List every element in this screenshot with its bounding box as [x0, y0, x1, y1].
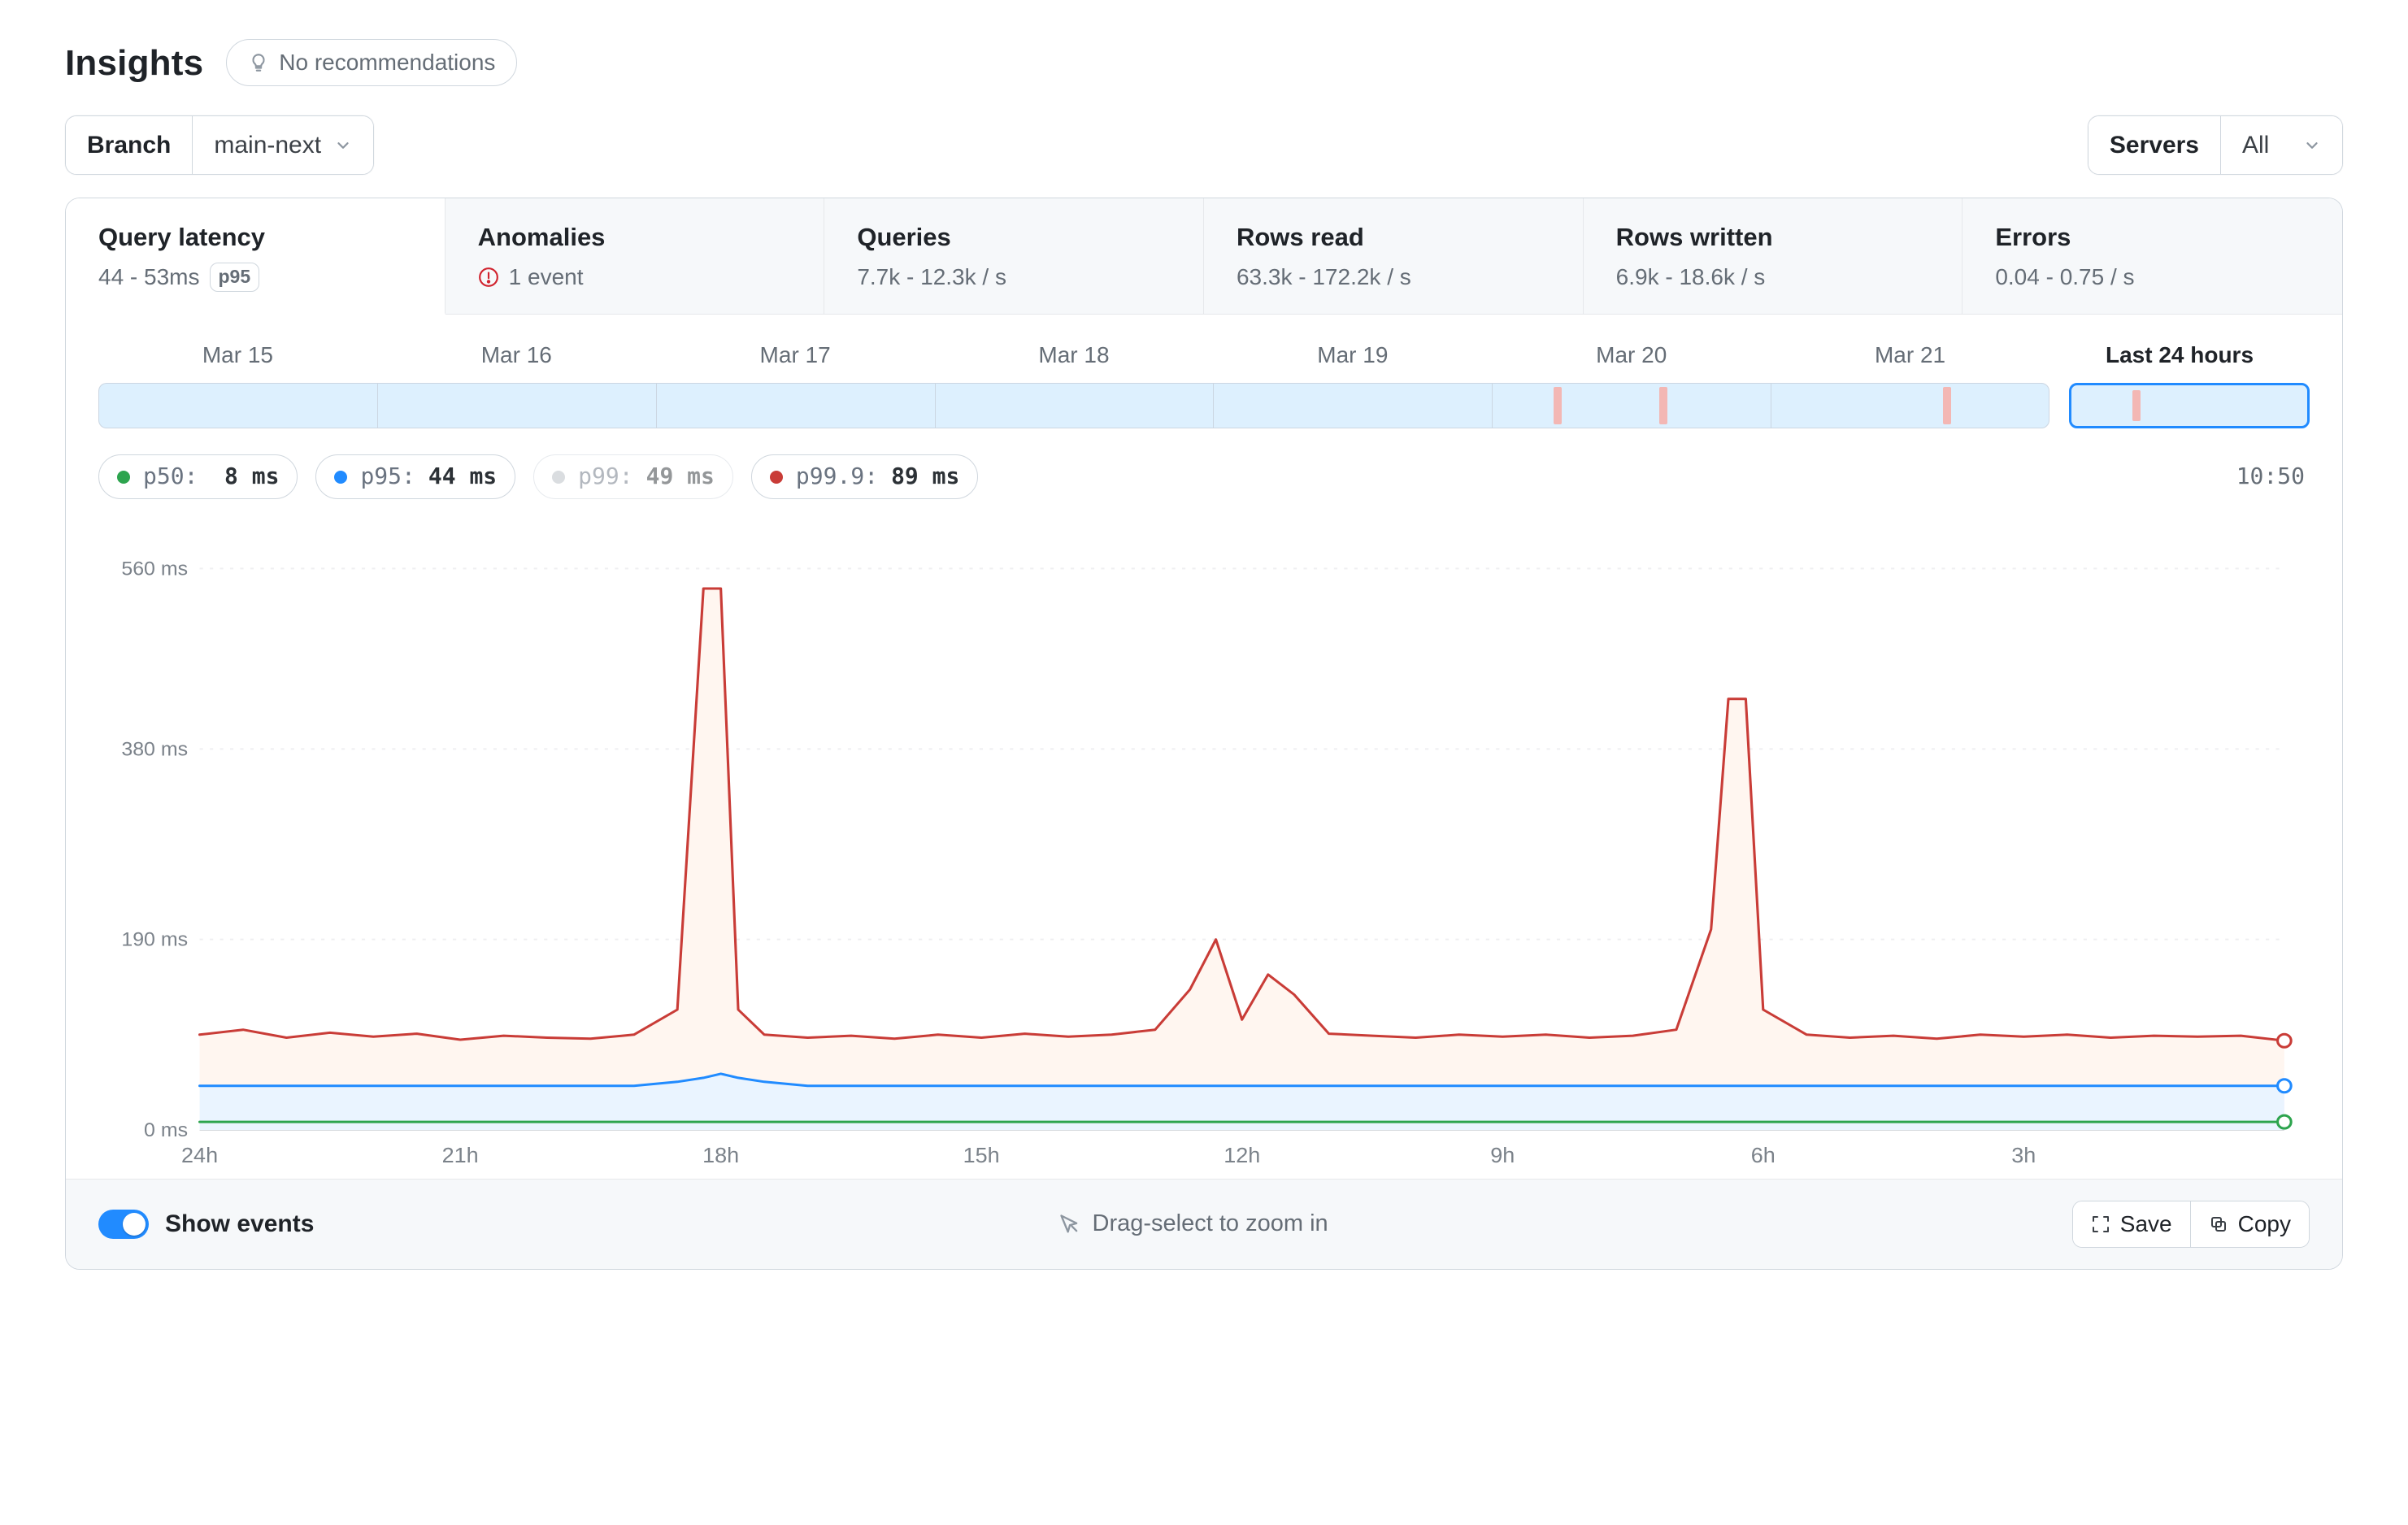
servers-dropdown[interactable]: All: [2220, 116, 2342, 174]
metric-tabs: Query latency 44 - 53ms p95 Anomalies 1 …: [66, 198, 2342, 315]
branch-dropdown[interactable]: main-next: [192, 116, 373, 174]
tab-subvalue: 63.3k - 172.2k / s: [1237, 263, 1411, 292]
legend-chip-p99[interactable]: p99: 49 ms: [533, 454, 733, 498]
copy-icon: [2209, 1214, 2228, 1234]
svg-text:24h: 24h: [181, 1143, 218, 1167]
tab-subvalue: 7.7k - 12.3k / s: [857, 263, 1006, 292]
tab-subvalue: 0.04 - 0.75 / s: [1995, 263, 2134, 292]
dot-icon: [334, 471, 347, 484]
timeline-day-label: Mar 20: [1492, 334, 1771, 376]
branch-filter[interactable]: Branch main-next: [65, 115, 374, 175]
legend-key: p95:: [360, 462, 415, 491]
timeline-day-label: Mar 21: [1771, 334, 2049, 376]
zoom-hint: Drag-select to zoom in: [1058, 1209, 1328, 1240]
chevron-down-icon: [334, 131, 352, 163]
branch-value: main-next: [214, 129, 321, 161]
tab-title: Anomalies: [478, 221, 792, 254]
tab-queries[interactable]: Queries 7.7k - 12.3k / s: [824, 198, 1204, 314]
servers-label: Servers: [2089, 116, 2220, 174]
bulb-icon: [248, 52, 269, 73]
recommendation-label: No recommendations: [279, 48, 495, 77]
show-events-label: Show events: [165, 1208, 314, 1240]
chart-actions: Save Copy: [2072, 1201, 2310, 1248]
tab-errors[interactable]: Errors 0.04 - 0.75 / s: [1962, 198, 2342, 314]
timeline-day[interactable]: [1492, 383, 1771, 428]
fullscreen-icon: [2091, 1214, 2110, 1234]
tab-anomalies[interactable]: Anomalies 1 event: [446, 198, 825, 314]
alert-icon: [478, 267, 499, 288]
legend-chip-p50[interactable]: p50: 8 ms: [98, 454, 298, 498]
svg-text:3h: 3h: [2011, 1143, 2036, 1167]
timeline-day[interactable]: [1213, 383, 1492, 428]
branch-label: Branch: [66, 116, 192, 174]
page-title: Insights: [65, 40, 203, 86]
timeline-day-label: Mar 19: [1213, 334, 1492, 376]
svg-text:0 ms: 0 ms: [144, 1119, 188, 1140]
svg-text:6h: 6h: [1751, 1143, 1776, 1167]
show-events-toggle[interactable]: [98, 1210, 149, 1239]
tab-subvalue: 1 event: [509, 263, 584, 292]
svg-text:18h: 18h: [702, 1143, 739, 1167]
timeline-day[interactable]: [656, 383, 935, 428]
timeline[interactable]: Mar 15 Mar 16 Mar 17 Mar 18 Mar 19 Mar 2…: [66, 315, 2342, 437]
chart-legend: p50: 8 ms p95: 44 ms p99: 49 ms p99.9: 8…: [98, 454, 978, 498]
save-button[interactable]: Save: [2073, 1201, 2190, 1247]
timeline-day[interactable]: [935, 383, 1214, 428]
tab-subvalue: 6.9k - 18.6k / s: [1616, 263, 1766, 292]
servers-value: All: [2242, 129, 2269, 161]
legend-value: 49 ms: [646, 462, 715, 491]
legend-chip-p95[interactable]: p95: 44 ms: [315, 454, 515, 498]
dot-icon: [552, 471, 565, 484]
tab-subvalue: 44 - 53ms: [98, 263, 200, 292]
timeline-day[interactable]: [98, 383, 377, 428]
legend-chip-p999[interactable]: p99.9: 89 ms: [751, 454, 978, 498]
tab-title: Query latency: [98, 221, 412, 254]
tab-rows-read[interactable]: Rows read 63.3k - 172.2k / s: [1204, 198, 1584, 314]
tab-title: Errors: [1995, 221, 2310, 254]
tab-title: Rows read: [1237, 221, 1550, 254]
zoom-hint-text: Drag-select to zoom in: [1093, 1209, 1328, 1240]
timeline-selected[interactable]: [2069, 383, 2310, 428]
legend-key: p99.9:: [796, 462, 878, 491]
tab-title: Rows written: [1616, 221, 1930, 254]
svg-text:15h: 15h: [963, 1143, 1000, 1167]
tab-title: Queries: [857, 221, 1171, 254]
dot-icon: [117, 471, 130, 484]
timeline-day-label: Mar 18: [935, 334, 1214, 376]
chevron-down-icon: [2303, 131, 2321, 163]
insights-panel: Query latency 44 - 53ms p95 Anomalies 1 …: [65, 198, 2343, 1269]
p95-pill: p95: [210, 263, 260, 292]
svg-text:560 ms: 560 ms: [121, 558, 188, 580]
save-label: Save: [2120, 1211, 2172, 1237]
svg-text:190 ms: 190 ms: [121, 929, 188, 950]
copy-button[interactable]: Copy: [2190, 1201, 2309, 1247]
tab-query-latency[interactable]: Query latency 44 - 53ms p95: [66, 198, 446, 315]
timeline-day-label: Mar 16: [377, 334, 656, 376]
svg-text:380 ms: 380 ms: [121, 739, 188, 760]
timeline-day-label: Mar 17: [656, 334, 935, 376]
panel-footer: Show events Drag-select to zoom in Save: [66, 1179, 2342, 1269]
servers-filter[interactable]: Servers All: [2088, 115, 2343, 175]
cursor-drag-icon: [1058, 1213, 1081, 1236]
legend-value: 8 ms: [211, 462, 279, 491]
svg-text:9h: 9h: [1490, 1143, 1515, 1167]
dot-icon: [770, 471, 783, 484]
chart-timestamp: 10:50: [2236, 462, 2305, 491]
legend-key: p99:: [578, 462, 632, 491]
legend-key: p50:: [143, 462, 198, 491]
timeline-day[interactable]: [377, 383, 656, 428]
timeline-selected-label: Last 24 hours: [2049, 334, 2310, 376]
copy-label: Copy: [2238, 1211, 2291, 1237]
timeline-track[interactable]: [98, 383, 2310, 428]
timeline-day[interactable]: [1771, 383, 2049, 428]
svg-text:21h: 21h: [442, 1143, 479, 1167]
tab-rows-written[interactable]: Rows written 6.9k - 18.6k / s: [1584, 198, 1963, 314]
legend-value: 44 ms: [428, 462, 497, 491]
legend-value: 89 ms: [891, 462, 959, 491]
recommendation-pill[interactable]: No recommendations: [226, 39, 517, 86]
latency-chart[interactable]: 0 ms 190 ms 380 ms 560 ms 24h 21h 18h 15h 12h 9h 6…: [98, 512, 2310, 1179]
timeline-day-label: Mar 15: [98, 334, 377, 376]
svg-text:12h: 12h: [1224, 1143, 1260, 1167]
